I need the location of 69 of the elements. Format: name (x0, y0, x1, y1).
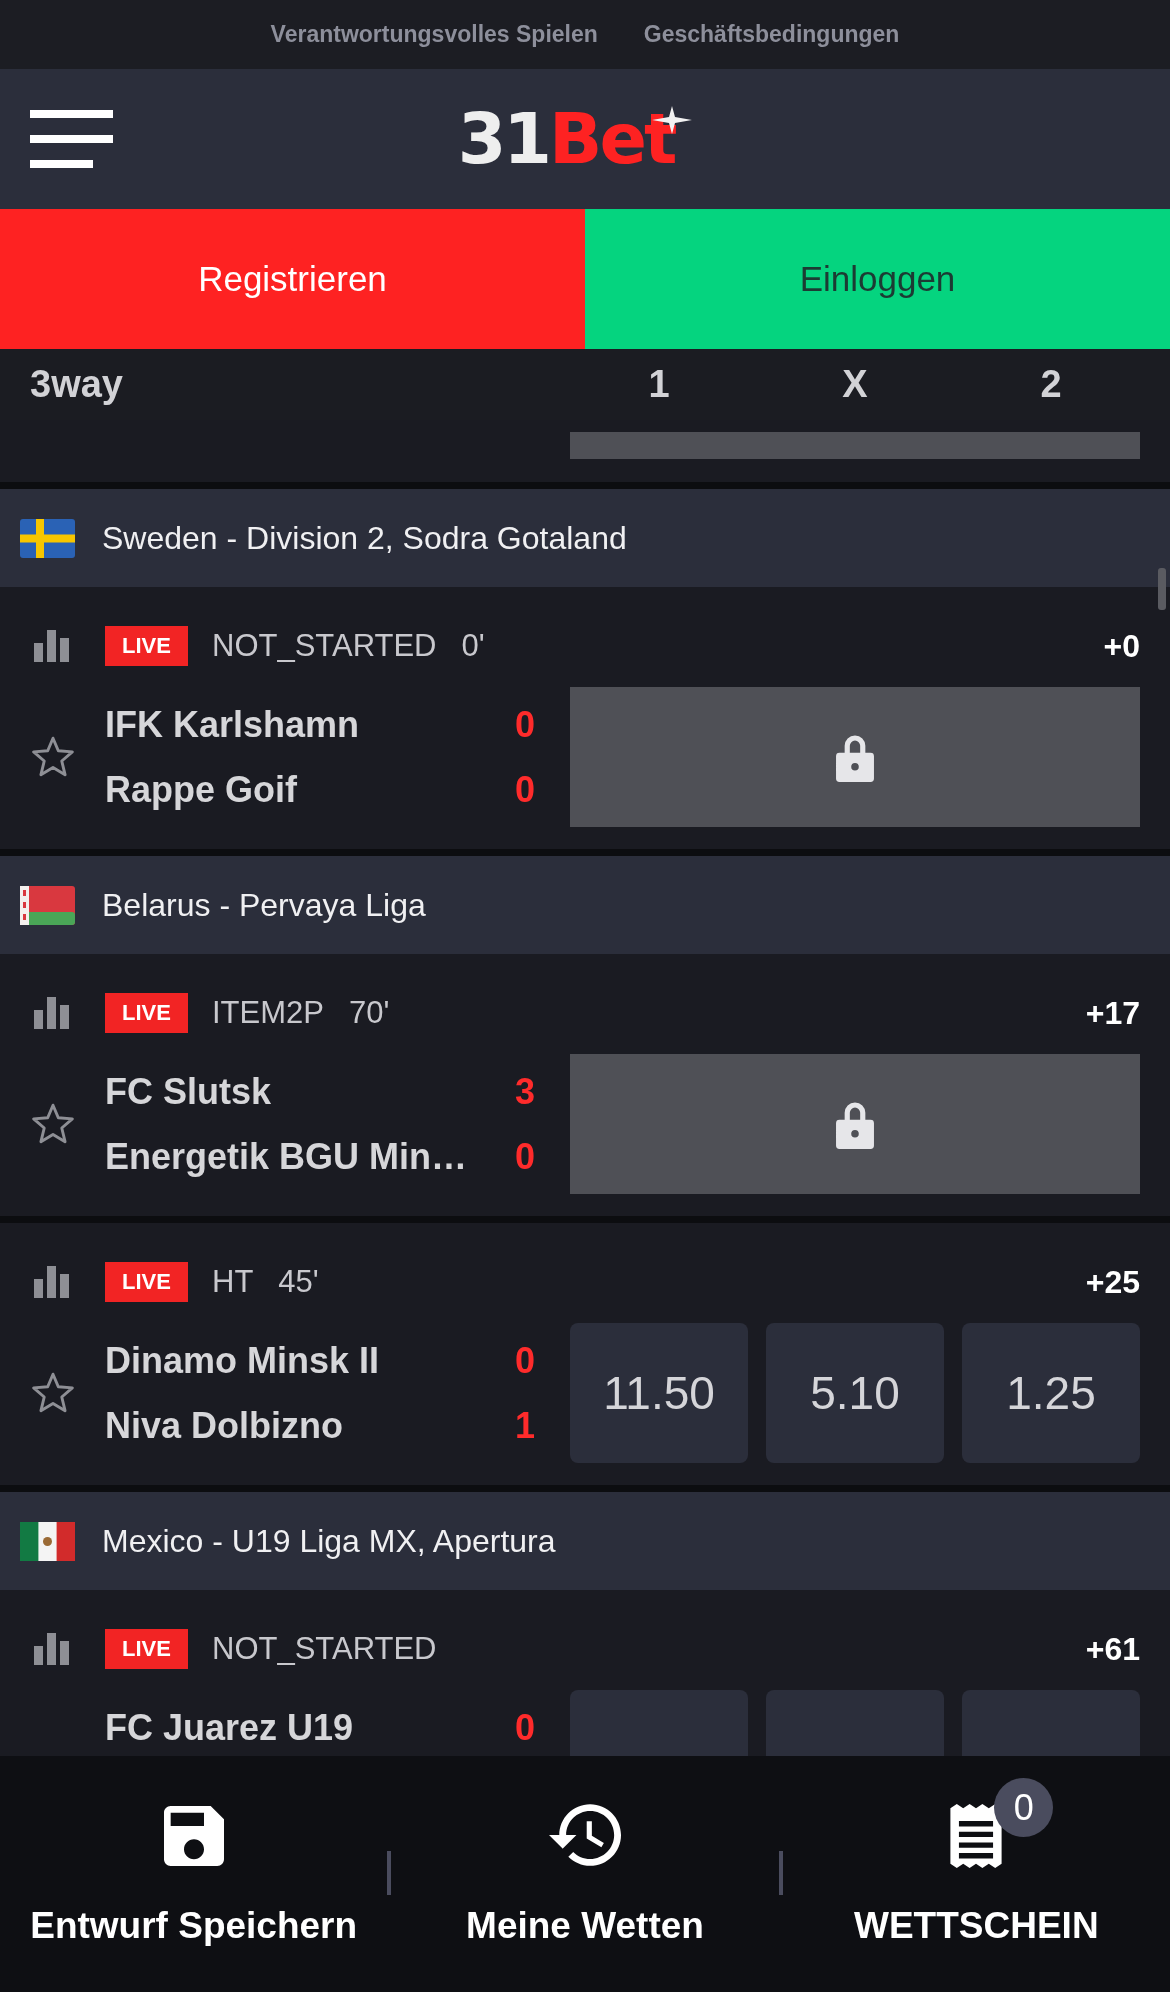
team-score: 0 (514, 1706, 535, 1749)
league-name: Mexico - U19 Liga MX, Apertura (102, 1522, 556, 1560)
league-header[interactable]: Mexico - U19 Liga MX, Apertura (0, 1492, 1170, 1590)
match-card[interactable]: LIVE ITEM2P 70' +17 FC Slutsk 3 Energetik BGU Min… 0 (0, 954, 1170, 1216)
match-status: ITEM2P (212, 995, 324, 1031)
match-status: NOT_STARTED (212, 1631, 437, 1667)
live-badge: LIVE (105, 993, 188, 1033)
odds-column-label: X (841, 363, 869, 406)
league-header[interactable]: Sweden - Division 2, Sodra Gotaland (0, 489, 1170, 587)
top-link[interactable]: Geschäftsbedingungen (643, 21, 900, 48)
bar-chart-icon[interactable] (34, 997, 70, 1029)
match-card[interactable]: LIVE HT 45' +25 Dinamo Minsk II 0 Niva Dolbizno 1 11.50 5.10 1.25 (0, 1223, 1170, 1485)
league-header[interactable]: Belarus - Pervaya Liga (0, 856, 1170, 954)
betslip-button[interactable]: 0 WETTSCHEIN (782, 1756, 1170, 1992)
league-name: Sweden - Division 2, Sodra Gotaland (102, 519, 627, 557)
clock-arrow-icon (549, 1804, 621, 1866)
menu-icon[interactable] (30, 110, 113, 168)
live-badge: LIVE (105, 1262, 188, 1302)
market-label[interactable]: 3way (0, 363, 570, 406)
match-status: HT (212, 1264, 254, 1300)
match-card[interactable]: LIVE NOT_STARTED +61 FC Juarez U19 0 (0, 1590, 1170, 1756)
team-name: FC Slutsk (105, 1070, 272, 1113)
match-minute: 0' (461, 628, 485, 664)
team-name: IFK Karlshamn (105, 703, 360, 746)
team-score: 1 (514, 1404, 535, 1447)
match-minute: 70' (348, 995, 390, 1031)
receipt-icon (948, 1804, 1005, 1868)
top-link[interactable]: Verantwortungsvolles Spielen (270, 21, 598, 48)
team-score: 0 (514, 1135, 535, 1178)
team-score: 0 (514, 1339, 535, 1382)
star-icon[interactable] (30, 1372, 75, 1414)
odds-column-label: 1 (647, 363, 671, 406)
star-icon[interactable] (30, 736, 75, 778)
flag-icon (20, 1521, 75, 1561)
count-badge: 0 (994, 1778, 1054, 1837)
bar-chart-icon[interactable] (34, 1266, 70, 1298)
team-name: Dinamo Minsk II (105, 1339, 380, 1382)
league-name: Belarus - Pervaya Liga (102, 886, 426, 924)
team-score: 0 (514, 703, 535, 746)
more-markets-link[interactable]: +17 (1085, 994, 1140, 1032)
odds-button[interactable]: 11.50 (570, 1323, 748, 1463)
odds-button[interactable]: 1.25 (962, 1323, 1140, 1463)
match-status: NOT_STARTED (212, 628, 437, 664)
flag-icon (20, 518, 75, 558)
odds-column-label: 2 (1039, 363, 1063, 406)
team-name: Rappe Goif (105, 768, 297, 811)
bar-chart-icon[interactable] (34, 1633, 70, 1665)
star-icon[interactable] (30, 1103, 75, 1145)
odds-button[interactable]: 5.10 (766, 1323, 944, 1463)
my-bets-button[interactable]: Meine Wetten (391, 1756, 779, 1992)
more-markets-link[interactable]: +25 (1085, 1263, 1140, 1301)
bar-chart-icon[interactable] (34, 630, 70, 662)
more-markets-link[interactable]: +0 (1103, 627, 1140, 665)
team-score: 0 (514, 768, 535, 811)
team-name: Energetik BGU Min… (105, 1135, 468, 1178)
team-score: 3 (514, 1070, 535, 1113)
scrollbar-thumb[interactable] (1158, 568, 1166, 610)
team-name: FC Juarez U19 (105, 1706, 354, 1749)
flag-icon (20, 885, 75, 925)
match-minute: 45' (278, 1264, 319, 1300)
logo-wordmark[interactable]: 31Bet (457, 104, 675, 174)
login-button[interactable]: Einloggen (585, 209, 1170, 349)
live-badge: LIVE (105, 626, 188, 666)
register-button[interactable]: Registrieren (0, 209, 585, 349)
live-badge: LIVE (105, 1629, 188, 1669)
match-card[interactable]: LIVE NOT_STARTED 0' +0 IFK Karlshamn 0 Rappe Goif 0 (0, 587, 1170, 849)
more-markets-link[interactable]: +61 (1085, 1630, 1140, 1668)
team-name: Niva Dolbizno (105, 1404, 343, 1447)
save-draft-button[interactable]: Entwurf Speichern (0, 1756, 388, 1992)
